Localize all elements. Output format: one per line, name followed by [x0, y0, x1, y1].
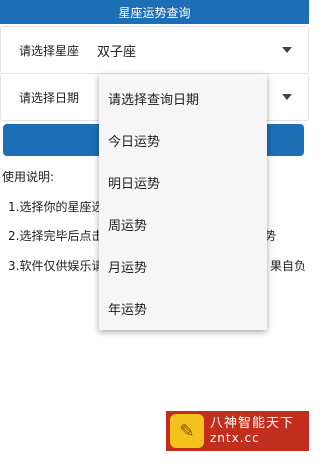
dropdown-option[interactable]: 年运势 — [99, 287, 267, 329]
app-title: 星座运势查询 — [118, 5, 191, 20]
chevron-down-icon[interactable] — [282, 94, 292, 100]
instructions-heading: 使用说明: — [2, 170, 55, 184]
instruction-line-2: 2.选择完毕后点击 — [8, 229, 104, 243]
constellation-value: 双子座 — [97, 44, 137, 60]
date-label: 请选择日期 — [19, 90, 80, 105]
dropdown-option[interactable]: 请选择查询日期 — [99, 77, 267, 119]
dropdown-option[interactable]: 今日运势 — [99, 119, 267, 161]
watermark-text: 八神智能天下 zntx.cc — [210, 416, 295, 445]
title-bar: 星座运势查询 — [0, 0, 309, 24]
instruction-line-3: 3.软件仅供娱乐请 — [8, 259, 104, 273]
constellation-label: 请选择星座 — [19, 43, 80, 58]
dropdown-option[interactable]: 周运势 — [99, 203, 267, 245]
dropdown-option[interactable]: 明日运势 — [99, 161, 267, 203]
watermark-en: zntx.cc — [210, 430, 260, 445]
watermark: ✎ 八神智能天下 zntx.cc — [166, 411, 309, 451]
instruction-line-3-tail: 果自负 — [270, 259, 307, 273]
constellation-selector[interactable]: 请选择星座 双子座 — [0, 26, 309, 74]
watermark-cn: 八神智能天下 — [210, 416, 295, 432]
chevron-down-icon[interactable] — [282, 47, 292, 53]
dropdown-option[interactable]: 月运势 — [99, 245, 267, 287]
date-dropdown-menu[interactable]: 请选择查询日期 今日运势 明日运势 周运势 月运势 年运势 — [99, 74, 267, 330]
instruction-line-1: 1.选择你的星座选 — [8, 200, 104, 214]
broom-logo-icon: ✎ — [170, 414, 204, 448]
